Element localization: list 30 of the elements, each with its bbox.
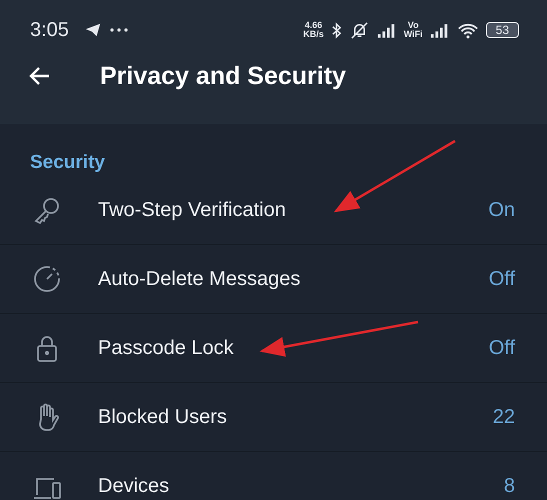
muted-bell-icon <box>348 20 370 40</box>
vowifi-label: Vo WiFi <box>404 21 423 39</box>
signal-icon <box>430 22 450 38</box>
battery-level: 53 <box>486 22 519 38</box>
row-label: Auto-Delete Messages <box>98 268 300 290</box>
more-icon <box>108 28 129 32</box>
section-title: Security <box>29 151 106 175</box>
paper-plane-icon <box>84 21 102 39</box>
network-speed: 4.66 KB/s <box>303 21 324 39</box>
row-label: Two-Step Verification <box>98 198 286 222</box>
settings-row[interactable]: Devices 8 <box>0 452 547 500</box>
row-label: Passcode Lock <box>98 336 234 360</box>
screen-title: Privacy and Security <box>100 62 346 90</box>
row-value: 8 <box>504 474 515 498</box>
row-value: Off <box>488 268 515 290</box>
status-time: 3:05 <box>30 18 69 42</box>
row-value: 22 <box>492 406 515 428</box>
row-label: Devices <box>98 474 170 498</box>
settings-row[interactable]: Blocked Users 22 <box>0 383 547 452</box>
wifi-icon <box>456 22 479 38</box>
signal-icon <box>376 22 397 38</box>
row-label: Blocked Users <box>98 406 227 428</box>
settings-row[interactable]: Two-Step Verification On <box>0 176 547 245</box>
settings-row[interactable]: Auto-Delete Messages Off <box>0 245 547 314</box>
timer-icon <box>32 264 62 294</box>
key-icon <box>32 195 62 225</box>
row-value: Off <box>488 336 515 360</box>
settings-row[interactable]: Passcode Lock Off <box>0 314 547 383</box>
row-value: On <box>488 198 515 222</box>
bluetooth-icon <box>330 22 342 38</box>
